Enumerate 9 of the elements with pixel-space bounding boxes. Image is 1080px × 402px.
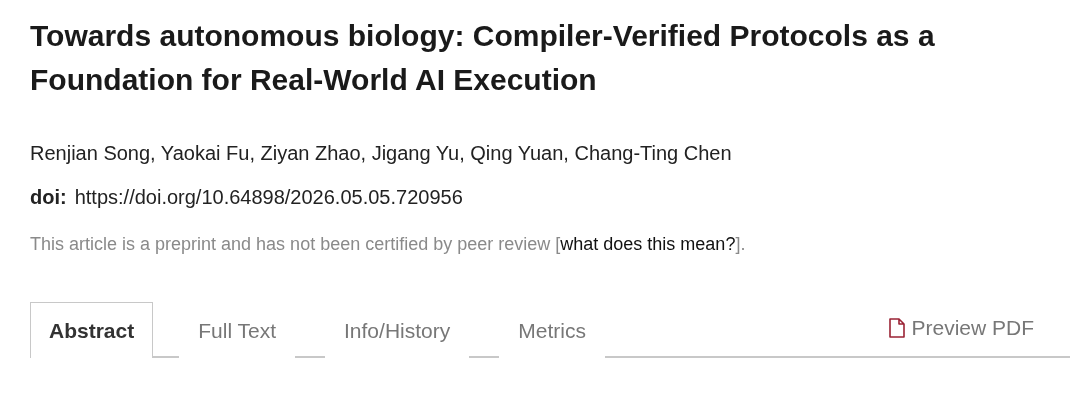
doi-link[interactable]: https://doi.org/10.64898/2026.05.05.720956 bbox=[74, 184, 463, 210]
author-list: Renjian Song, Yaokai Fu, Ziyan Zhao, Jigang Yu, Qing Yuan, Chang-Ting Chen bbox=[30, 140, 1070, 166]
preprint-notice: This article is a preprint and has not been certified by peer review [what does this mean?]. bbox=[30, 233, 747, 256]
what-does-this-mean-link[interactable]: what does this mean? bbox=[560, 234, 736, 254]
doi-label: doi: bbox=[30, 185, 67, 210]
article-title: Towards autonomous biology: Compiler-Verified Protocols as a Foundation for Real-World AI Execution bbox=[30, 18, 936, 98]
preview-pdf-link[interactable]: Preview PDF bbox=[889, 300, 1034, 356]
tab[interactable]: Abstract bbox=[30, 302, 154, 358]
document-icon bbox=[889, 318, 906, 338]
